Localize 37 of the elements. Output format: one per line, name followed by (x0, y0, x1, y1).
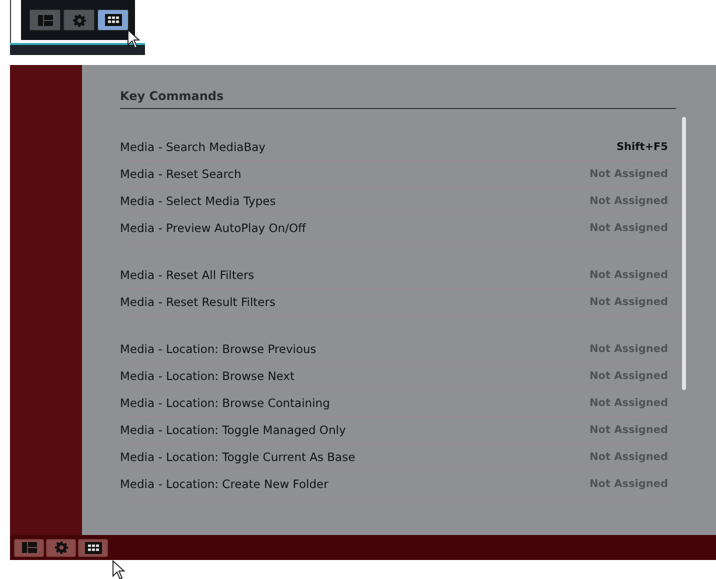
gear-icon (72, 14, 86, 26)
layout-icon (38, 14, 52, 26)
shortcut-key: Not Assigned (589, 478, 668, 490)
keyboard-icon (104, 14, 122, 26)
shortcut-key: Not Assigned (589, 397, 668, 409)
command-name: Media - Location: Create New Folder (120, 477, 328, 491)
command-name: Media - Reset All Filters (120, 268, 254, 282)
command-name: Media - Preview AutoPlay On/Off (120, 221, 306, 235)
command-name: Media - Location: Toggle Managed Only (120, 423, 346, 437)
shortcut-key: Not Assigned (589, 424, 668, 436)
command-name: Media - Location: Browse Next (120, 369, 294, 383)
layout-button[interactable] (29, 9, 61, 31)
shortcut-key: Not Assigned (589, 343, 668, 355)
command-name: Media - Reset Result Filters (120, 295, 276, 309)
scrollbar[interactable] (682, 117, 686, 390)
key-commands-title: Key Commands (120, 83, 676, 109)
shortcut-key: Not Assigned (589, 168, 668, 180)
keyboard-icon (84, 542, 102, 554)
keyboard-button[interactable] (97, 9, 129, 31)
command-name: Media - Select Media Types (120, 194, 276, 208)
layout-icon (22, 542, 36, 553)
shortcut-key: Not Assigned (589, 370, 668, 382)
command-name: Media - Reset Search (120, 167, 242, 181)
shortcut-key: Not Assigned (589, 296, 668, 308)
shortcut-key: Not Assigned (589, 269, 668, 281)
gear-icon (54, 541, 68, 554)
shortcut-key: Not Assigned (589, 222, 668, 234)
shortcut-key: Shift+F5 (616, 141, 668, 153)
mouse-pointer-icon (112, 560, 126, 579)
shortcut-key: Not Assigned (589, 451, 668, 463)
keyboard-button[interactable] (78, 538, 108, 556)
layout-button[interactable] (14, 538, 44, 556)
command-name: Media - Search MediaBay (120, 140, 266, 154)
command-name: Media - Location: Browse Previous (120, 342, 316, 356)
command-name: Media - Location: Toggle Current As Base (120, 450, 356, 464)
command-name: Media - Location: Browse Containing (120, 396, 330, 410)
shortcut-key: Not Assigned (589, 195, 668, 207)
